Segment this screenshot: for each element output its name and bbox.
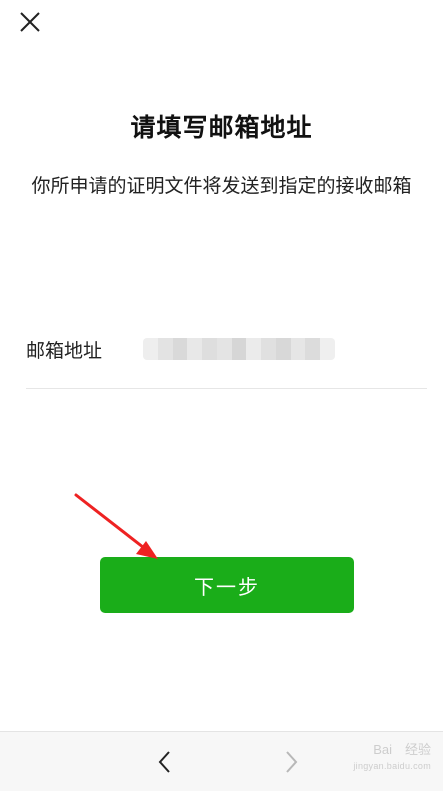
watermark-brand: Bai 经验	[373, 742, 431, 757]
bottom-nav-bar: Bai 经验 jingyan.baidu.com	[0, 731, 443, 791]
back-button[interactable]	[150, 746, 180, 778]
close-button[interactable]	[14, 6, 46, 38]
page-subtitle: 你所申请的证明文件将发送到指定的接收邮箱	[31, 175, 412, 197]
email-field-row: 邮箱地址	[26, 326, 427, 389]
close-icon	[20, 12, 40, 32]
email-label: 邮箱地址	[26, 340, 103, 362]
page-title: 请填写邮箱地址	[130, 113, 313, 142]
next-button[interactable]: 下一步	[100, 557, 354, 613]
chevron-left-icon	[158, 751, 170, 773]
watermark-url: jingyan.baidu.com	[353, 761, 431, 771]
forward-button[interactable]	[276, 746, 306, 778]
chevron-right-icon	[286, 751, 298, 773]
watermark: Bai 经验 jingyan.baidu.com	[353, 742, 431, 774]
email-input-redacted[interactable]	[143, 338, 335, 360]
